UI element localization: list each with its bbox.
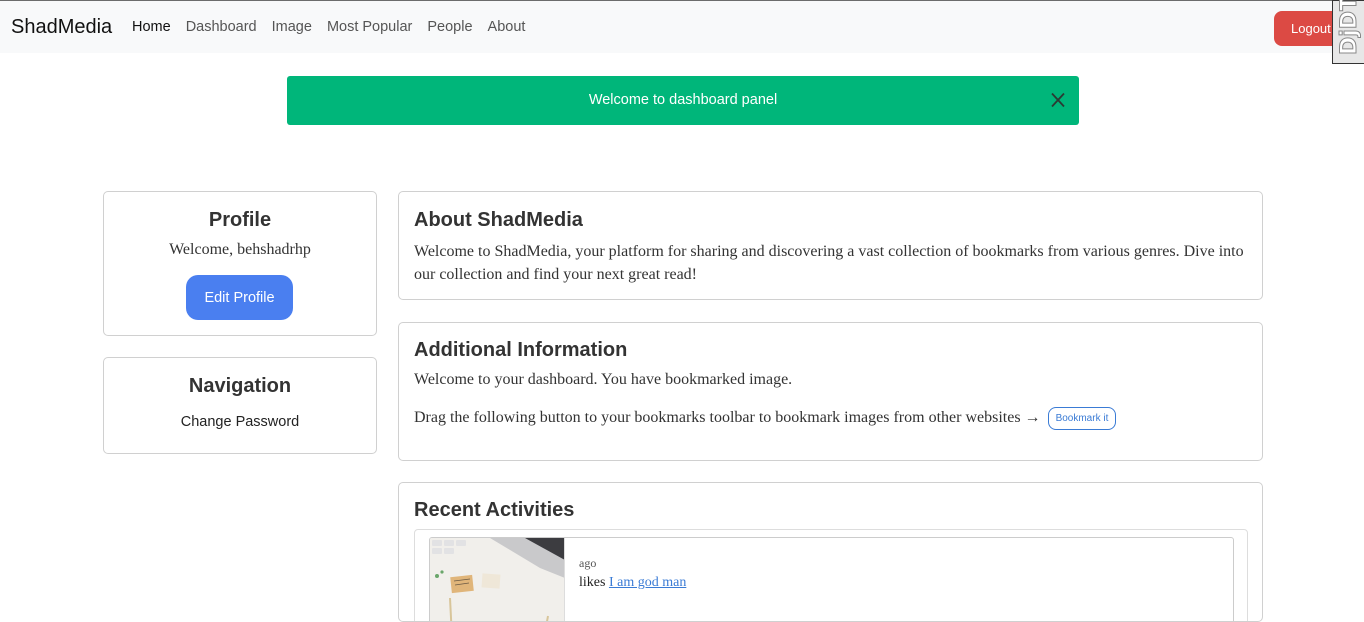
- activity-text: likes I am god man: [579, 575, 686, 591]
- nav-links: Home Dashboard Image Most Popular People…: [132, 19, 540, 35]
- additional-info-card: Additional Information Welcome to your d…: [398, 322, 1263, 461]
- profile-welcome: Welcome, behshadrhp: [169, 241, 311, 258]
- profile-card: Profile Welcome, behshadrhp Edit Profile: [103, 191, 377, 336]
- navigation-card: Navigation Change Password: [103, 357, 377, 454]
- debug-toolbar-label: DjDT: [1337, 0, 1363, 56]
- nav-link-most-popular[interactable]: Most Popular: [327, 19, 412, 35]
- nav-link-home[interactable]: Home: [132, 19, 171, 35]
- additional-line2-row: Drag the following button to your bookma…: [414, 407, 1117, 430]
- alert-message: Welcome to dashboard panel: [588, 92, 778, 108]
- about-card: About ShadMedia Welcome to ShadMedia, yo…: [398, 191, 1263, 300]
- activity-target-link[interactable]: I am god man: [609, 575, 686, 590]
- additional-line1: Welcome to your dashboard. You have book…: [414, 371, 793, 388]
- navbar: ShadMedia Home Dashboard Image Most Popu…: [0, 0, 1364, 53]
- about-title: About ShadMedia: [414, 209, 583, 231]
- nav-link-image[interactable]: Image: [272, 19, 312, 35]
- activity-thumbnail[interactable]: [430, 538, 565, 621]
- welcome-alert: Welcome to dashboard panel: [287, 76, 1079, 125]
- bookmark-it-button[interactable]: Bookmark it: [1047, 407, 1117, 430]
- list-item: ago likes I am god man: [429, 537, 1234, 621]
- desk-photo-icon: [430, 538, 564, 621]
- recent-activities-card: Recent Activities ago likes I am god man: [398, 482, 1263, 622]
- nav-link-people[interactable]: People: [427, 19, 472, 35]
- about-text: Welcome to ShadMedia, your platform for …: [414, 243, 1244, 283]
- navigation-title: Navigation: [188, 375, 292, 397]
- close-icon[interactable]: [1051, 92, 1065, 108]
- profile-title: Profile: [208, 209, 272, 231]
- debug-toolbar-handle[interactable]: DjDT: [1332, 0, 1364, 64]
- change-password-link[interactable]: Change Password: [104, 414, 376, 430]
- additional-line2: Drag the following button to your bookma…: [414, 409, 1041, 427]
- brand-logo[interactable]: ShadMedia: [11, 16, 112, 39]
- additional-title: Additional Information: [414, 339, 628, 361]
- edit-profile-button[interactable]: Edit Profile: [186, 275, 293, 320]
- recent-title: Recent Activities: [414, 499, 575, 521]
- nav-link-about[interactable]: About: [488, 19, 526, 35]
- activity-verb: likes: [579, 575, 606, 590]
- activity-list: ago likes I am god man: [414, 529, 1248, 621]
- activity-time: ago: [579, 556, 597, 570]
- nav-link-dashboard[interactable]: Dashboard: [186, 19, 257, 35]
